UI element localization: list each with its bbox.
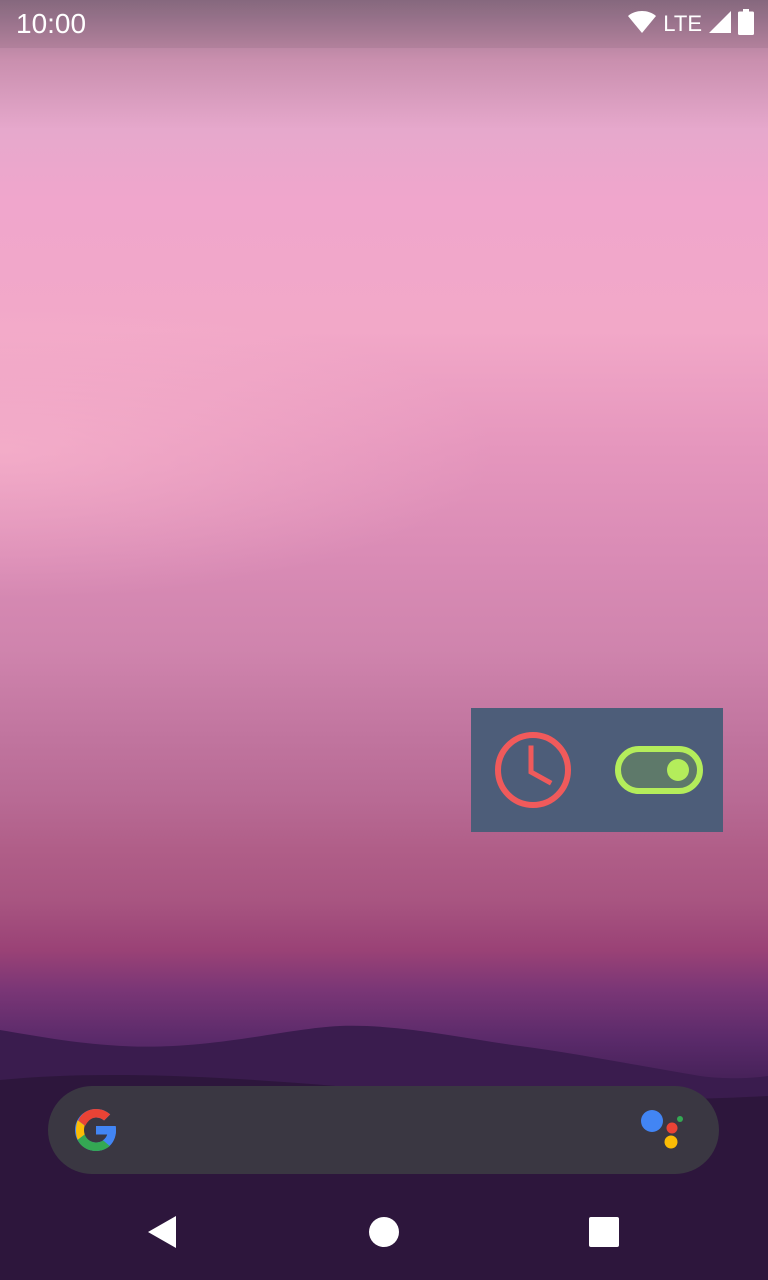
quick-toggle-widget[interactable] [471, 708, 723, 832]
home-circle-icon [369, 1217, 399, 1247]
network-type-label: LTE [663, 11, 702, 36]
cellular-signal-icon [708, 10, 732, 39]
assistant-icon[interactable] [638, 1106, 688, 1154]
back-button[interactable] [138, 1208, 186, 1256]
home-button[interactable] [360, 1208, 408, 1256]
recents-square-icon [589, 1217, 619, 1247]
status-icons: LTE [627, 8, 754, 40]
status-time: 10:00 [16, 8, 87, 39]
toggle-switch-icon[interactable] [615, 746, 703, 794]
back-triangle-icon [148, 1216, 176, 1248]
google-search-bar[interactable] [48, 1086, 719, 1174]
navigation-bar [0, 1184, 768, 1280]
clock-icon[interactable] [493, 730, 573, 810]
home-screen: 10:00 LTE [0, 0, 768, 1280]
wallpaper-glow [0, 300, 500, 600]
wifi-icon [627, 10, 657, 39]
google-g-icon[interactable] [72, 1106, 120, 1154]
battery-icon [738, 8, 754, 40]
status-bar: 10:00 LTE [0, 0, 768, 48]
recents-button[interactable] [580, 1208, 628, 1256]
